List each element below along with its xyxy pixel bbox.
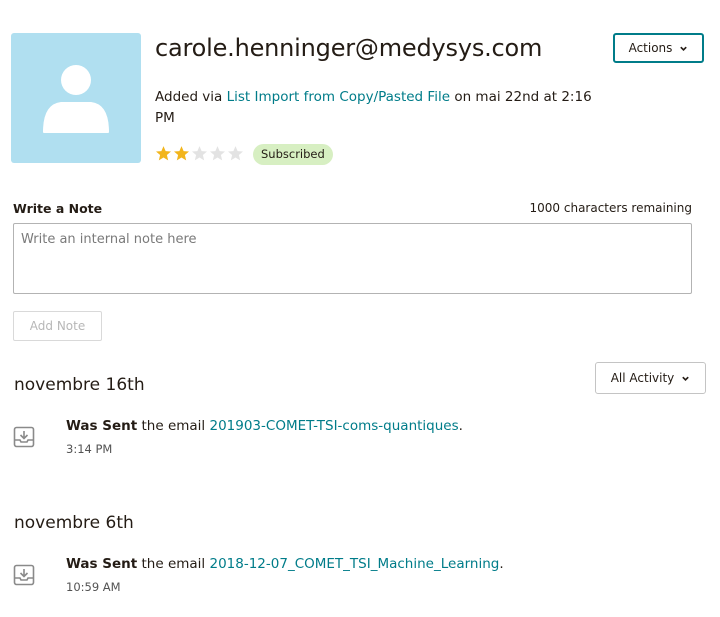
add-note-button[interactable]: Add Note [13, 311, 102, 341]
activity-time: 10:59 AM [66, 580, 121, 594]
star-empty-icon[interactable] [191, 145, 208, 162]
star-empty-icon[interactable] [227, 145, 244, 162]
note-input[interactable] [13, 223, 692, 294]
note-label: Write a Note [13, 201, 103, 216]
activity-verb: Was Sent [66, 556, 138, 572]
activity-end: . [458, 418, 463, 434]
contact-email-title: carole.henninger@medysys.com [155, 34, 543, 62]
import-source-link[interactable]: List Import from Copy/Pasted File [227, 89, 450, 105]
chevron-down-icon [680, 46, 688, 51]
activity-date-heading: novembre 6th [14, 513, 134, 533]
activity-filter-dropdown[interactable]: All Activity [595, 362, 706, 394]
activity-item: Was Sent the email 2018-12-07_COMET_TSI_… [66, 556, 504, 572]
activity-text: the email [141, 418, 206, 434]
contact-source: Added via List Import from Copy/Pasted F… [155, 87, 595, 129]
actions-button[interactable]: Actions [613, 33, 704, 63]
activity-verb: Was Sent [66, 418, 138, 434]
chevron-down-icon [682, 376, 690, 381]
activity-text: the email [141, 556, 206, 572]
activity-item: Was Sent the email 201903-COMET-TSI-coms… [66, 418, 463, 434]
activity-date-heading: novembre 16th [14, 375, 145, 395]
star-filled-icon[interactable] [155, 145, 172, 162]
star-filled-icon[interactable] [173, 145, 190, 162]
inbox-download-icon [13, 564, 35, 586]
contact-rating[interactable] [155, 145, 244, 162]
star-empty-icon[interactable] [209, 145, 226, 162]
campaign-link[interactable]: 201903-COMET-TSI-coms-quantiques [209, 418, 458, 434]
inbox-download-icon [13, 426, 35, 448]
characters-remaining: 1000 characters remaining [529, 201, 692, 215]
activity-time: 3:14 PM [66, 442, 113, 456]
activity-filter-label: All Activity [610, 371, 675, 385]
campaign-link[interactable]: 2018-12-07_COMET_TSI_Machine_Learning [209, 556, 499, 572]
added-prefix: Added via [155, 89, 223, 105]
activity-end: . [499, 556, 504, 572]
status-badge: Subscribed [253, 144, 333, 165]
avatar [11, 33, 141, 163]
actions-label: Actions [628, 41, 673, 55]
user-silhouette-icon [43, 65, 109, 133]
